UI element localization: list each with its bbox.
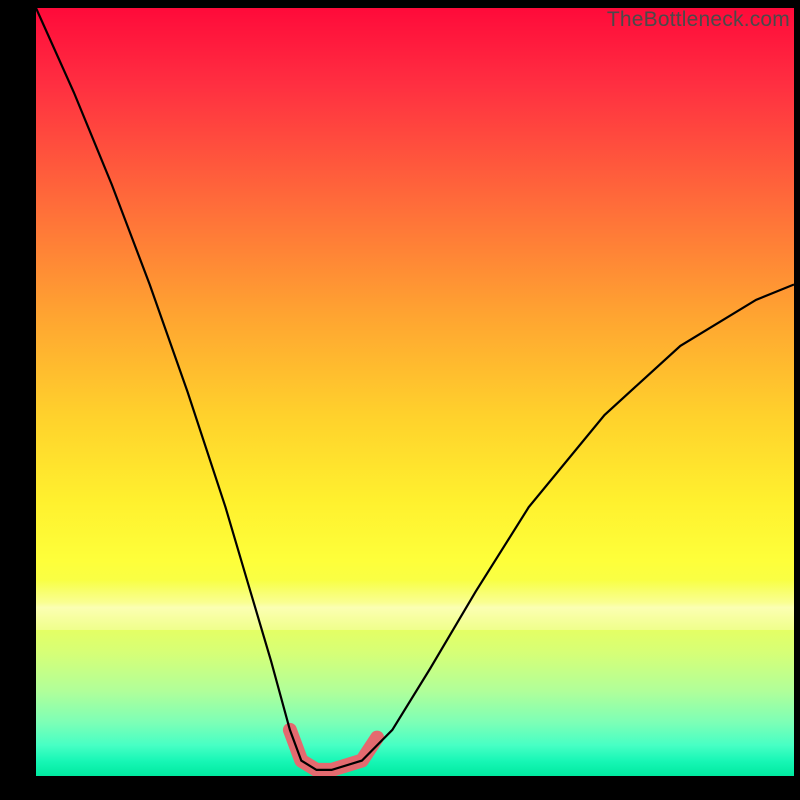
watermark-text: TheBottleneck.com [607,8,790,32]
chart-svg [36,8,794,776]
curve-minimum-notch [290,730,377,770]
bottleneck-curve [36,8,794,770]
plot-area [36,8,794,776]
chart-frame: TheBottleneck.com [0,0,800,800]
